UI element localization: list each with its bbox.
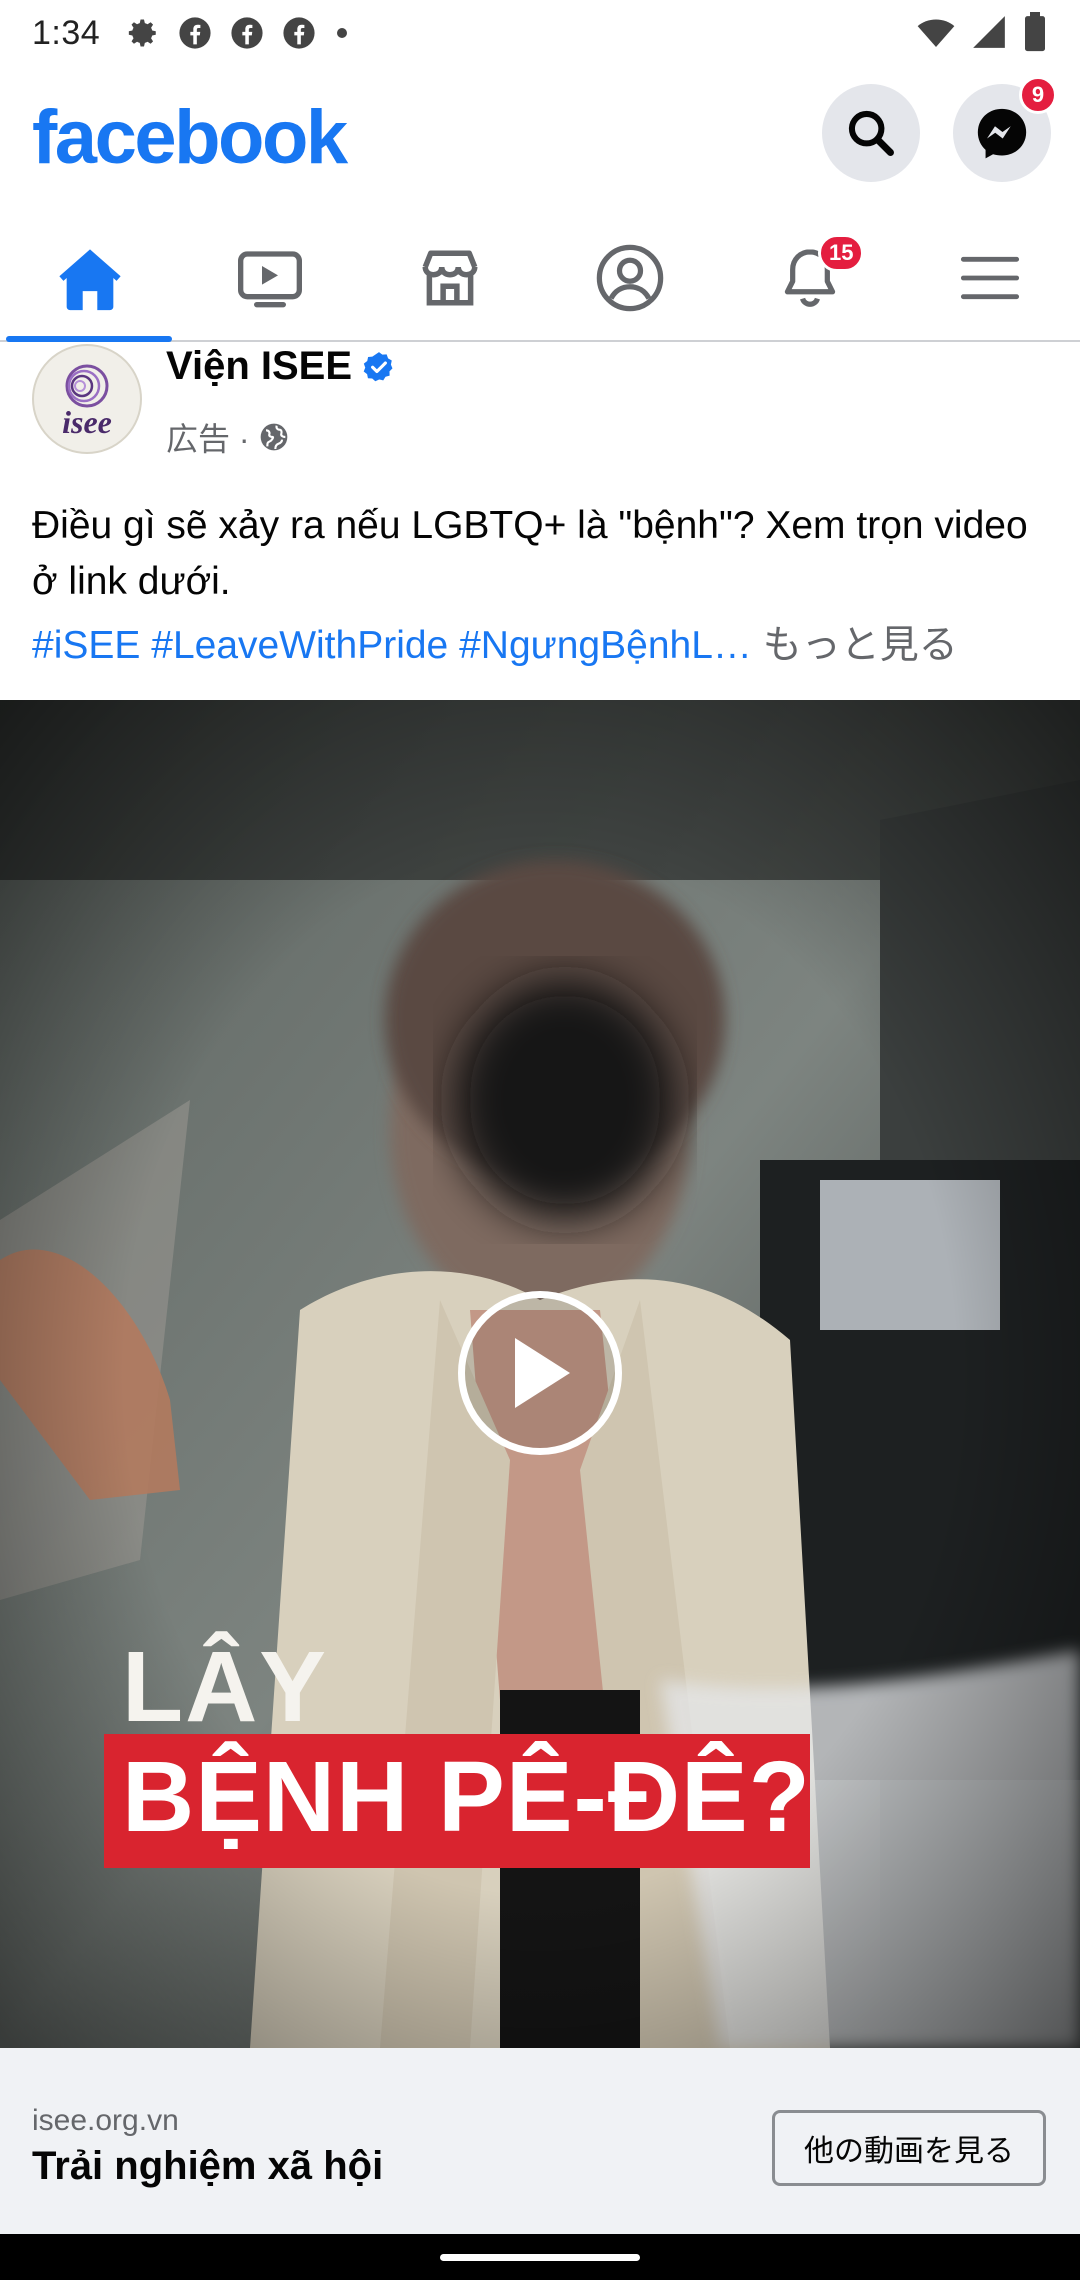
page-name-row: Viện ISEE xyxy=(166,344,396,389)
sponsored-row: 広告 · xyxy=(166,414,290,460)
tab-bar: 15 xyxy=(0,216,1080,342)
page-avatar[interactable]: isee xyxy=(32,344,142,454)
profile-icon xyxy=(596,244,664,312)
avatar-text: isee xyxy=(62,404,112,440)
signal-icon xyxy=(973,16,1005,48)
settings-icon xyxy=(129,19,156,47)
link-preview-bar[interactable]: isee.org.vn Trải nghiệm xã hội 他の動画を見る xyxy=(0,2048,1080,2234)
battery-icon xyxy=(1025,12,1045,52)
messenger-button[interactable]: 9 xyxy=(953,76,1057,182)
app-header: facebook 9 xyxy=(0,66,1080,216)
notifications-badge: 15 xyxy=(818,234,865,272)
tab-notifications[interactable]: 15 xyxy=(720,216,900,340)
tab-profile[interactable] xyxy=(540,216,720,340)
post-caption: Điều gì sẽ xảy ra nếu LGBTQ+ là "bệnh"? … xyxy=(32,504,1028,603)
messenger-icon xyxy=(977,108,1027,159)
video-icon xyxy=(238,251,302,308)
menu-icon xyxy=(960,256,1020,300)
messenger-badge: 9 xyxy=(1019,76,1057,114)
see-more-link[interactable]: もっと見る xyxy=(763,624,958,667)
hashtags-row: #iSEE #LeaveWithPride #NgưngBệnhL… もっと見る xyxy=(32,618,1052,674)
status-system-icons xyxy=(916,12,1048,52)
post-header: isee Viện ISEE 広告 · xyxy=(0,342,1080,462)
sponsored-label: 広告 · xyxy=(166,421,250,457)
globe-icon xyxy=(260,423,287,451)
tab-home[interactable] xyxy=(0,216,180,342)
wifi-icon xyxy=(917,19,955,47)
home-icon xyxy=(59,249,121,311)
home-gesture-indicator[interactable] xyxy=(440,2254,640,2261)
tab-video[interactable] xyxy=(180,216,360,340)
post-video[interactable]: LÂY BỆNH PÊ-ĐÊ? xyxy=(0,700,1080,2048)
hashtag-link[interactable]: #NgưngBệnhL… xyxy=(459,624,752,667)
link-title: Trải nghiệm xã hội xyxy=(32,2144,384,2188)
system-nav-bar xyxy=(0,2234,1080,2280)
play-icon xyxy=(515,1338,570,1408)
watch-more-button[interactable]: 他の動画を見る xyxy=(772,2110,1046,2186)
page-name[interactable]: Viện ISEE xyxy=(166,344,352,389)
marketplace-icon xyxy=(422,250,478,306)
search-button[interactable] xyxy=(822,84,920,182)
facebook-icon xyxy=(231,17,263,49)
search-icon xyxy=(848,110,894,156)
facebook-icon xyxy=(283,17,315,49)
tab-marketplace[interactable] xyxy=(360,216,540,340)
status-time: 1:34 xyxy=(32,13,101,52)
status-notification-icons xyxy=(126,16,350,50)
hashtag-link[interactable]: #LeaveWithPride xyxy=(151,624,448,667)
tab-menu[interactable] xyxy=(900,216,1080,340)
video-overlay-text-line1: LÂY xyxy=(122,1631,328,1743)
hashtag-link[interactable]: #iSEE xyxy=(32,624,140,667)
facebook-icon xyxy=(179,17,211,49)
verified-badge-icon xyxy=(363,351,393,381)
facebook-logo[interactable]: facebook xyxy=(32,94,348,181)
link-domain: isee.org.vn xyxy=(32,2104,179,2137)
video-overlay-text-line2: BỆNH PÊ-ĐÊ? xyxy=(122,1741,811,1853)
dot-icon xyxy=(337,28,348,38)
play-button[interactable] xyxy=(458,1291,622,1455)
status-bar: 1:34 xyxy=(0,0,1080,66)
